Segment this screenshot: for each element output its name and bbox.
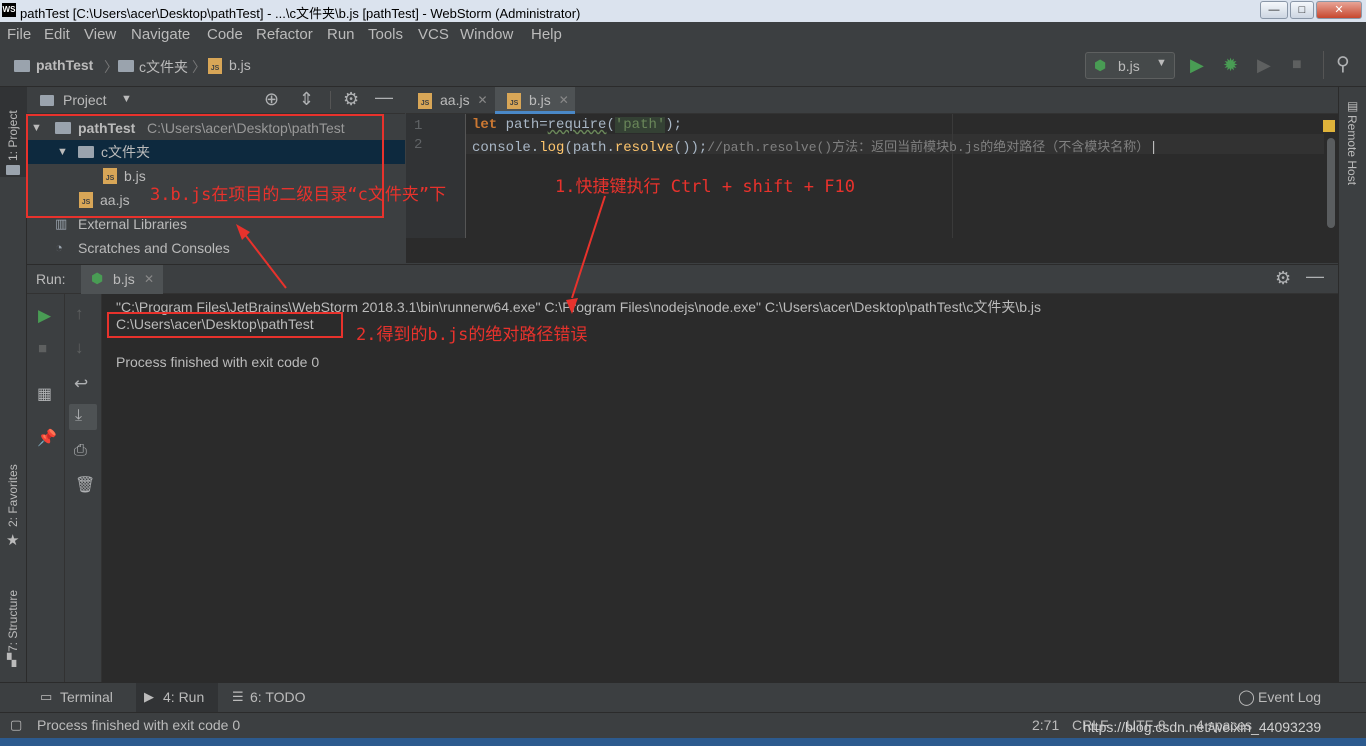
status-bar: ▢ Process finished with exit code 0 2:71…: [0, 712, 1366, 738]
annotation-arrows: [236, 195, 606, 314]
os-taskbar: [0, 738, 1366, 746]
annotation-arrow-1: [571, 195, 606, 299]
terminal-tool-tab[interactable]: ▭ Terminal: [36, 683, 128, 712]
terminal-tool-label: Terminal: [60, 689, 113, 705]
annotation-arrow-3: [242, 231, 287, 289]
status-message: Process finished with exit code 0: [37, 717, 241, 733]
terminal-icon: ▭: [40, 689, 53, 704]
caret-position[interactable]: 2:71: [1032, 717, 1059, 733]
todo-tool-label: 6: TODO: [250, 689, 306, 705]
run-tool-label: 4: Run: [163, 689, 205, 705]
todo-icon: ☰: [232, 689, 244, 704]
event-log-tool-tab[interactable]: ◯ Event Log: [1236, 683, 1336, 712]
annotation-arrowhead-1: [566, 298, 578, 314]
event-log-label: Event Log: [1258, 689, 1322, 705]
event-log-icon: ◯: [1238, 689, 1255, 706]
watermark-text: https://blog.csdn.net/weixin_44093239: [1083, 719, 1322, 735]
run-tool-tab[interactable]: ▶ 4: Run: [136, 683, 218, 712]
bottom-tool-bar: ▭ Terminal ▶ 4: Run ☰ 6: TODO ◯ Event Lo…: [0, 682, 1366, 712]
todo-tool-tab[interactable]: ☰ 6: TODO: [226, 683, 316, 712]
run-icon: ▶: [144, 689, 154, 704]
status-square-icon[interactable]: ▢: [10, 717, 22, 733]
